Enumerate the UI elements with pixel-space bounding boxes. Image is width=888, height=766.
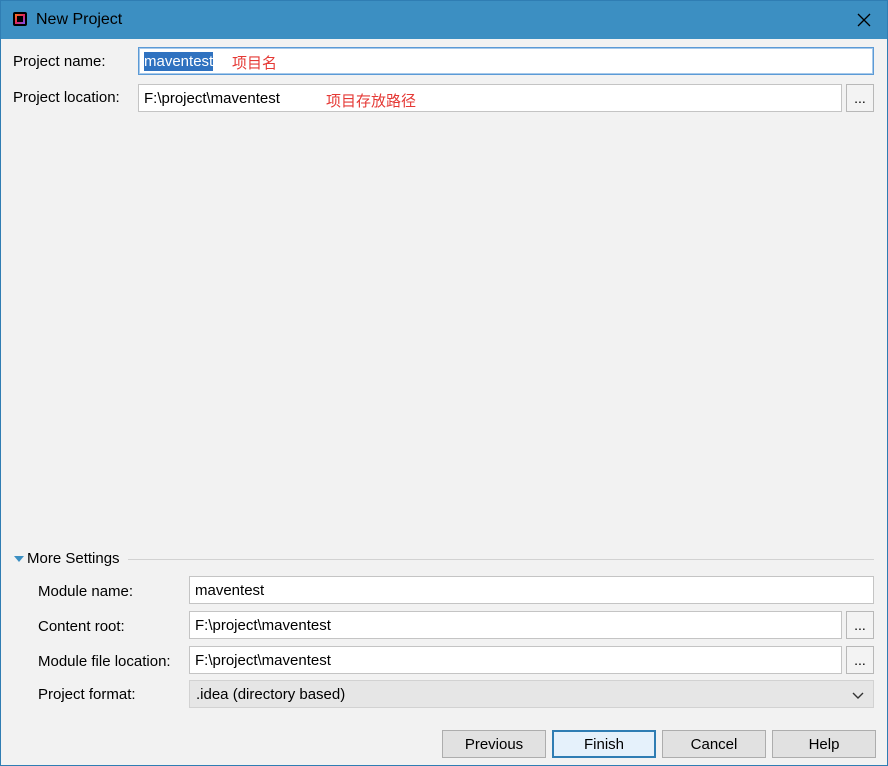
project-format-label: Project format: [38, 686, 136, 703]
finish-button[interactable]: Finish [552, 730, 656, 758]
cancel-button[interactable]: Cancel [662, 730, 766, 758]
project-format-value: .idea (directory based) [196, 685, 346, 703]
project-name-annotation: 项目名 [232, 55, 278, 72]
title-bar: New Project [1, 1, 887, 39]
module-name-value: maventest [195, 581, 265, 599]
module-name-label: Module name: [38, 583, 134, 600]
more-settings-header[interactable]: More Settings [27, 550, 120, 567]
close-button[interactable] [841, 1, 887, 39]
module-file-location-input[interactable]: F:\project\maventest [189, 646, 842, 674]
content-root-browse-button[interactable]: ... [846, 611, 874, 639]
intellij-idea-icon [13, 12, 27, 26]
content-root-input[interactable]: F:\project\maventest [189, 611, 842, 639]
project-location-browse-button[interactable]: ... [846, 84, 874, 112]
window-title: New Project [36, 11, 123, 28]
new-project-dialog: New Project Project name: maventest 项目名 … [0, 0, 888, 766]
chevron-down-icon [852, 692, 864, 699]
module-file-location-label: Module file location: [38, 653, 171, 670]
project-location-input[interactable]: F:\project\maventest [138, 84, 842, 112]
module-file-location-browse-button[interactable]: ... [846, 646, 874, 674]
project-location-value: F:\project\maventest [144, 89, 280, 107]
module-name-input[interactable]: maventest [189, 576, 874, 604]
project-location-label: Project location: [13, 89, 120, 106]
previous-button[interactable]: Previous [442, 730, 546, 758]
project-location-annotation: 项目存放路径 [326, 93, 417, 110]
content-root-value: F:\project\maventest [195, 616, 331, 634]
project-name-value: maventest [144, 51, 214, 71]
help-button[interactable]: Help [772, 730, 876, 758]
section-divider [128, 559, 874, 560]
close-icon [857, 13, 871, 27]
content-root-label: Content root: [38, 618, 125, 635]
project-name-label: Project name: [13, 53, 106, 70]
module-file-location-value: F:\project\maventest [195, 651, 331, 669]
project-format-select[interactable]: .idea (directory based) [189, 680, 874, 708]
collapse-triangle-icon[interactable] [14, 556, 24, 562]
